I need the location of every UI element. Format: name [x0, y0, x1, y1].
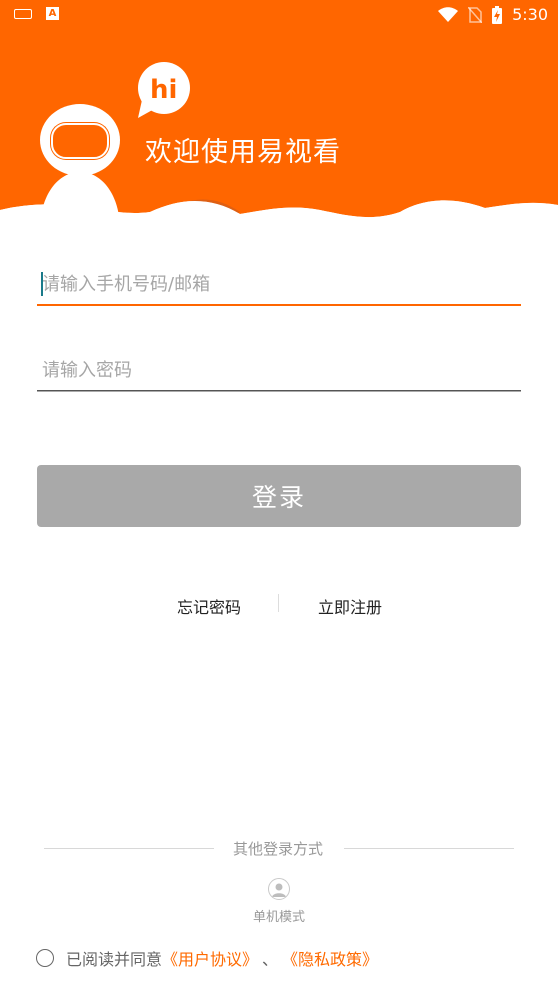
- battery-charging-icon: [492, 5, 503, 24]
- divider-right: [344, 848, 514, 849]
- hi-text: hi: [150, 75, 177, 105]
- offline-mode-button[interactable]: 单机模式: [244, 878, 314, 925]
- no-sim-icon: [468, 6, 483, 23]
- forgot-password-link[interactable]: 忘记密码: [177, 594, 241, 618]
- welcome-title: 欢迎使用易视看: [145, 137, 341, 168]
- divider-left: [44, 848, 214, 849]
- privacy-policy-link[interactable]: 《隐私政策》: [282, 946, 378, 970]
- user-icon: [268, 878, 290, 900]
- other-login-header: 其他登录方式: [0, 838, 558, 860]
- agreement-row: 已阅读并同意 《用户协议》 、 《隐私政策》: [36, 946, 378, 970]
- agree-radio[interactable]: [36, 949, 54, 967]
- agreement-separator: 、: [262, 950, 279, 969]
- status-time: 5:30: [512, 5, 548, 24]
- user-agreement-link[interactable]: 《用户协议》: [162, 946, 258, 970]
- agreement-prefix: 已阅读并同意: [66, 950, 163, 969]
- password-underline: [37, 390, 521, 392]
- other-login-title: 其他登录方式: [233, 840, 324, 858]
- password-field[interactable]: [37, 348, 521, 392]
- register-link[interactable]: 立即注册: [318, 594, 382, 618]
- account-input[interactable]: [37, 262, 521, 306]
- password-input[interactable]: [37, 348, 521, 392]
- links-divider: [278, 594, 279, 612]
- wifi-icon: [438, 6, 459, 22]
- account-underline: [37, 304, 521, 306]
- keyboard-icon: [14, 8, 32, 19]
- account-field[interactable]: [37, 262, 521, 306]
- status-bar: A 5:30: [0, 0, 558, 28]
- login-button-label: 登录: [251, 483, 306, 512]
- notification-a-icon: A: [46, 7, 59, 20]
- hi-bubble-icon: hi: [136, 60, 192, 120]
- offline-mode-label: 单机模式: [252, 910, 305, 925]
- login-button[interactable]: 登录: [37, 465, 521, 527]
- text-caret: [41, 272, 43, 296]
- auth-links: 忘记密码 立即注册: [0, 592, 558, 618]
- mascot-robot-icon: [30, 100, 130, 230]
